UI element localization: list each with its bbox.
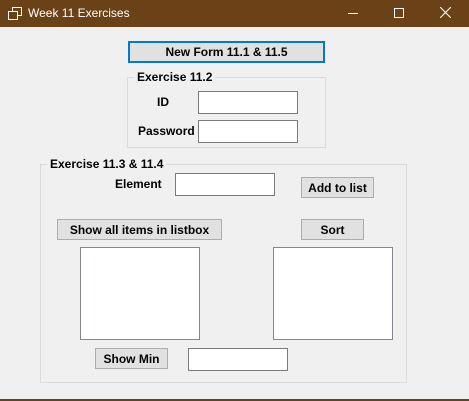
exercise-11-2-title: Exercise 11.2 (134, 70, 216, 84)
window-title: Week 11 Exercises (28, 6, 130, 20)
min-value-input[interactable] (188, 348, 288, 371)
sort-button[interactable]: Sort (301, 219, 364, 240)
window-app-icon (7, 6, 23, 21)
new-form-button[interactable]: New Form 11.1 & 11.5 (128, 41, 325, 63)
add-to-list-button[interactable]: Add to list (301, 177, 374, 198)
maximize-icon (394, 5, 404, 23)
maximize-button[interactable] (376, 0, 422, 27)
exercise-11-3-title: Exercise 11.3 & 11.4 (47, 157, 167, 171)
id-input[interactable] (198, 91, 298, 114)
id-label: ID (157, 95, 169, 109)
title-bar[interactable]: Week 11 Exercises (0, 0, 469, 27)
minimize-icon (348, 5, 358, 23)
element-input[interactable] (175, 173, 275, 196)
close-button[interactable] (422, 0, 468, 27)
minimize-button[interactable] (330, 0, 376, 27)
show-min-button[interactable]: Show Min (95, 348, 168, 369)
element-label: Element (115, 177, 162, 191)
password-label: Password (138, 124, 195, 138)
items-listbox[interactable] (80, 247, 200, 340)
password-input[interactable] (198, 120, 298, 143)
close-icon (439, 5, 451, 23)
sorted-listbox[interactable] (273, 247, 393, 340)
show-all-items-button[interactable]: Show all items in listbox (57, 219, 222, 240)
